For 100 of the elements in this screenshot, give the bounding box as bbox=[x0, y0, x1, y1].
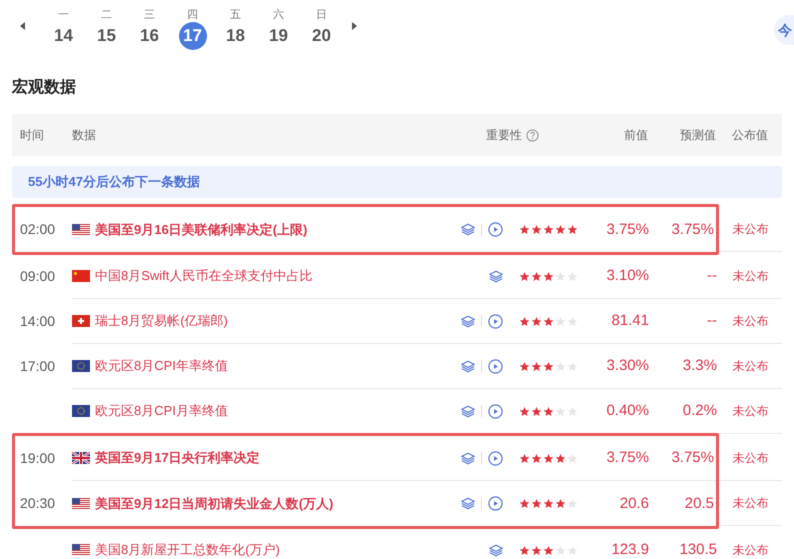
date-button[interactable]: 17 bbox=[178, 22, 206, 50]
event-name[interactable]: 美国8月新屋开工总数年化(万户) bbox=[95, 540, 280, 559]
column-header: 数据 bbox=[72, 127, 97, 144]
star-icon bbox=[554, 270, 566, 282]
event-name[interactable]: 瑞士8月贸易帐(亿瑞郎) bbox=[95, 311, 228, 331]
star-icon bbox=[566, 544, 578, 556]
time-text: 02:00 bbox=[20, 220, 56, 239]
star-icon bbox=[554, 406, 566, 416]
forecast-value: 20.5 bbox=[684, 494, 714, 512]
previous-value: 3.30% bbox=[606, 357, 649, 374]
play-icon[interactable] bbox=[488, 222, 503, 237]
actual-value: 未公布 bbox=[732, 313, 768, 330]
column-header: 公布值 bbox=[731, 127, 769, 144]
layers-icon[interactable] bbox=[460, 314, 475, 328]
star-icon bbox=[530, 270, 542, 282]
actual-value: 未公布 bbox=[732, 403, 768, 420]
play-icon[interactable] bbox=[488, 496, 503, 511]
star-icon bbox=[566, 452, 578, 464]
layers-icon[interactable] bbox=[460, 497, 475, 510]
help-icon[interactable] bbox=[526, 128, 539, 142]
forecast-value: -- bbox=[706, 267, 717, 284]
star-icon bbox=[530, 498, 542, 509]
layers-icon[interactable] bbox=[460, 404, 475, 418]
forecast-value: 0.2% bbox=[682, 402, 717, 419]
play-icon[interactable] bbox=[488, 358, 503, 374]
forecast-value: 3.75% bbox=[671, 220, 714, 238]
event-name[interactable]: 美国至9月12日当周初请失业金人数(万人) bbox=[95, 494, 334, 514]
column-header: 预测值 bbox=[679, 127, 717, 144]
star-icon bbox=[542, 544, 554, 556]
layers-icon[interactable] bbox=[488, 270, 503, 282]
date-button[interactable]: 16 bbox=[136, 22, 164, 50]
star-icon bbox=[530, 452, 542, 464]
actual-value: 未公布 bbox=[732, 358, 768, 375]
star-icon bbox=[530, 544, 542, 556]
star-icon bbox=[542, 498, 554, 509]
previous-value: 3.10% bbox=[606, 267, 649, 284]
star-icon bbox=[530, 316, 542, 326]
actual-value: 未公布 bbox=[732, 221, 768, 238]
event-name[interactable]: 欧元区8月CPI年率终值 bbox=[95, 356, 228, 376]
star-icon bbox=[554, 544, 566, 556]
star-icon bbox=[542, 224, 554, 235]
forecast-value: 130.5 bbox=[679, 541, 717, 558]
star-icon bbox=[518, 406, 530, 416]
date-button[interactable]: 15 bbox=[92, 22, 120, 50]
star-icon bbox=[554, 316, 566, 326]
actual-value: 未公布 bbox=[732, 542, 768, 559]
today-button[interactable]: 今 bbox=[774, 15, 794, 45]
star-icon bbox=[518, 316, 530, 326]
right-arrow-icon[interactable] bbox=[351, 21, 359, 31]
event-name[interactable]: 欧元区8月CPI月率终值 bbox=[95, 401, 228, 421]
layers-icon[interactable] bbox=[488, 544, 503, 556]
layers-icon[interactable] bbox=[460, 360, 475, 372]
star-icon bbox=[542, 406, 554, 416]
star-icon bbox=[518, 498, 530, 509]
event-name[interactable]: 英国至9月17日央行利率决定 bbox=[95, 448, 260, 468]
previous-value: 3.75% bbox=[606, 449, 649, 466]
weekday-label: 一 bbox=[58, 8, 69, 22]
star-icon bbox=[542, 270, 554, 282]
date-button[interactable]: 20 bbox=[308, 22, 336, 50]
actual-value: 未公布 bbox=[732, 268, 768, 285]
previous-value: 20.6 bbox=[620, 494, 649, 512]
star-icon bbox=[518, 360, 530, 372]
star-icon bbox=[566, 498, 578, 509]
column-header: 时间 bbox=[19, 127, 45, 144]
weekday-label: 六 bbox=[273, 8, 284, 22]
weekday-label: 四 bbox=[187, 8, 198, 22]
date-button[interactable]: 14 bbox=[50, 22, 78, 50]
left-arrow-icon[interactable] bbox=[18, 21, 26, 31]
event-name[interactable]: 美国至9月16日美联储利率决定(上限) bbox=[95, 220, 308, 240]
star-icon bbox=[518, 544, 530, 556]
play-icon[interactable] bbox=[488, 314, 503, 328]
star-icon bbox=[566, 224, 578, 235]
date-button[interactable]: 18 bbox=[222, 22, 250, 50]
star-icon bbox=[566, 406, 578, 416]
time-text: 14:00 bbox=[20, 312, 56, 331]
layers-icon[interactable] bbox=[460, 223, 475, 236]
weekday-label: 日 bbox=[316, 8, 327, 22]
event-name[interactable]: 中国8月Swift人民币在全球支付中占比 bbox=[95, 266, 312, 286]
forecast-value: 3.75% bbox=[671, 449, 714, 466]
actual-value: 未公布 bbox=[732, 495, 768, 512]
star-icon bbox=[554, 224, 566, 235]
star-icon bbox=[554, 360, 566, 372]
star-icon bbox=[542, 360, 554, 372]
previous-value: 123.9 bbox=[611, 541, 649, 558]
weekday-label: 五 bbox=[230, 8, 241, 22]
star-icon bbox=[566, 360, 578, 372]
forecast-value: 3.3% bbox=[682, 357, 717, 374]
date-button[interactable]: 19 bbox=[264, 22, 292, 50]
actual-value: 未公布 bbox=[732, 450, 768, 467]
play-icon[interactable] bbox=[488, 404, 503, 418]
play-icon[interactable] bbox=[488, 450, 503, 466]
star-icon bbox=[530, 406, 542, 416]
star-icon bbox=[554, 498, 566, 509]
layers-icon[interactable] bbox=[460, 452, 475, 464]
star-icon bbox=[518, 452, 530, 464]
section-title: 宏观数据 bbox=[12, 77, 77, 98]
star-icon bbox=[566, 316, 578, 326]
star-icon bbox=[518, 224, 530, 235]
star-icon bbox=[566, 270, 578, 282]
time-text: 20:30 bbox=[20, 494, 56, 513]
